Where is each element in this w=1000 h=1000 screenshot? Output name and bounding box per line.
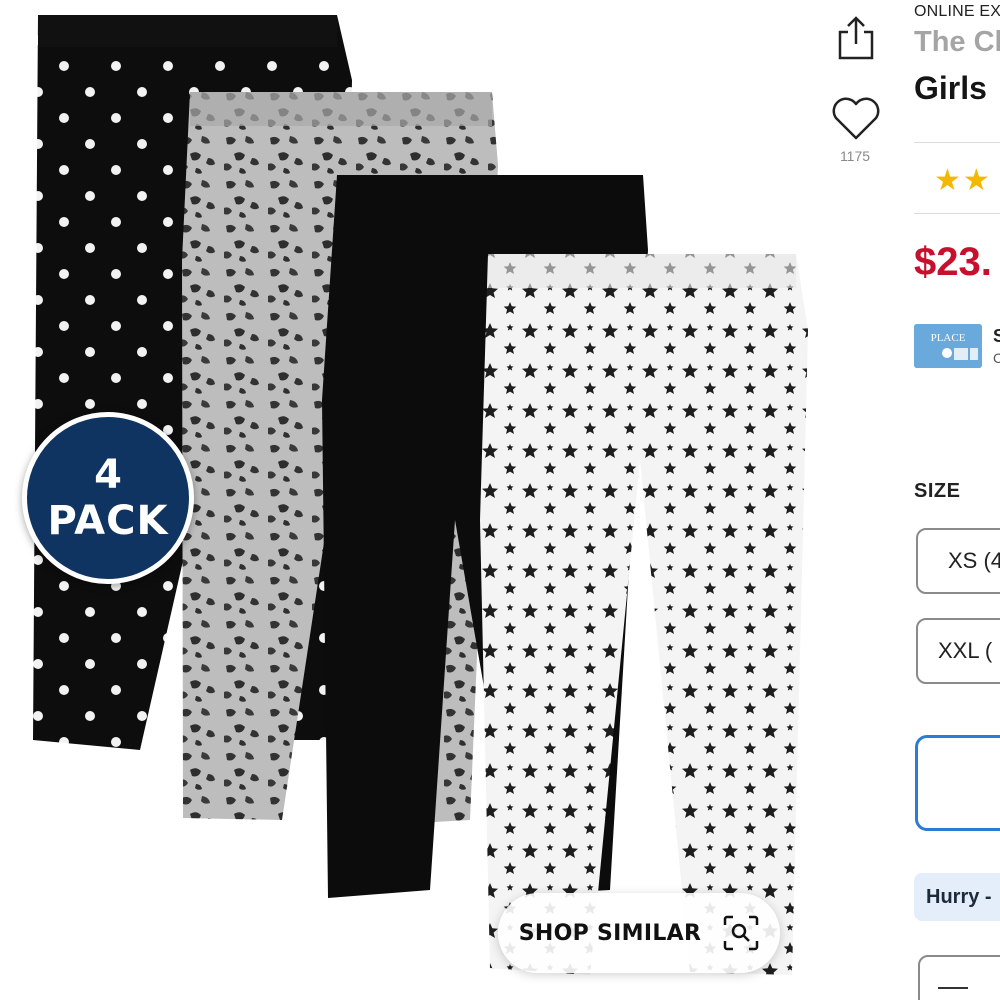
favorite-button[interactable] (830, 96, 882, 142)
divider (914, 142, 1000, 143)
heart-icon (832, 97, 880, 140)
card-offer-subtitle: C (993, 350, 1000, 366)
place-card-logo-text: PLACE (931, 332, 966, 344)
share-button[interactable] (832, 14, 880, 62)
rating-stars[interactable]: ★★ (934, 163, 992, 198)
shop-similar-button[interactable]: SHOP SIMILAR (498, 893, 780, 973)
pack-badge: 4 PACK (22, 412, 194, 584)
product-title: Girls (914, 70, 987, 106)
size-heading: SIZE (914, 480, 961, 502)
place-card-logo: PLACE (914, 324, 982, 368)
star-icon: ★ (962, 164, 992, 197)
favorite-count: 1175 (839, 148, 871, 164)
quantity-stepper[interactable] (918, 955, 1000, 1000)
pack-count: 4 (94, 452, 122, 498)
shop-similar-label: SHOP SIMILAR (518, 920, 702, 946)
quantity-selector[interactable] (915, 735, 1000, 831)
online-exclusive-badge: ONLINE EX (914, 3, 1000, 20)
divider (914, 213, 1000, 214)
star-icon: ★ (934, 164, 963, 197)
low-stock-banner: Hurry - (914, 873, 1000, 921)
pack-label: PACK (47, 498, 169, 544)
price: $23. (914, 240, 992, 284)
brand-name[interactable]: The Ch (914, 26, 1000, 59)
product-image[interactable]: 4 PACK SHOP SIMILAR (0, 0, 810, 1000)
minus-icon[interactable] (938, 987, 968, 989)
size-option-xs[interactable]: XS (4 (916, 528, 1000, 594)
visual-search-icon (723, 915, 759, 951)
size-option-xxl[interactable]: XXL ( (916, 618, 1000, 684)
product-info-panel: ONLINE EX The Ch Girls ★★ $23. PLACE S C… (914, 0, 1000, 1000)
share-icon (838, 16, 874, 60)
card-offer-title: S (993, 326, 1000, 346)
